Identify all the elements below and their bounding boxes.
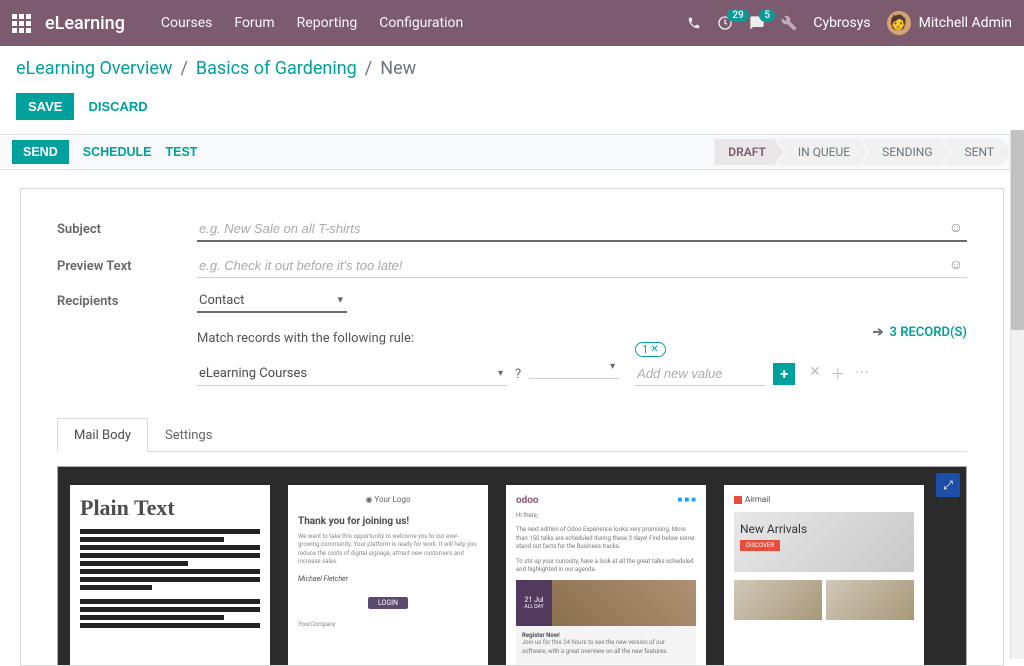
status-bar: SEND SCHEDULE TEST DRAFT IN QUEUE SENDIN… (0, 134, 1024, 170)
breadcrumb-current: New (380, 58, 416, 79)
company-switcher[interactable]: Cybrosys (813, 15, 870, 31)
workflow-buttons: SEND SCHEDULE TEST (12, 140, 197, 164)
breadcrumb: eLearning Overview / Basics of Gardening… (16, 58, 1008, 79)
tab-mail-body[interactable]: Mail Body (57, 418, 148, 452)
schedule-button[interactable]: SCHEDULE (83, 145, 152, 159)
rule-field-select[interactable]: eLearning Courses▾ (197, 362, 507, 386)
form-sheet: Subject ☺ Preview Text ☺ Recipients Cont… (20, 188, 1004, 666)
top-navbar: eLearning Courses Forum Reporting Config… (0, 0, 1024, 46)
rule-actions: ✕ ＋ ⋯ (809, 364, 869, 384)
activities-badge: 29 (727, 9, 748, 22)
template-thank-you[interactable]: ◉ Your Logo Thank you for joining us! We… (288, 485, 488, 665)
app-brand[interactable]: eLearning (45, 13, 125, 34)
rule-operator: ? (515, 367, 521, 382)
template-odoo-event[interactable]: odoo■ ■ ■ Hi there, The next edition of … (506, 485, 706, 665)
preview-row: Preview Text ☺ (57, 254, 967, 278)
navbar-right: 29 5 Cybrosys 🧑 Mitchell Admin (687, 11, 1012, 35)
stage-bar: DRAFT IN QUEUE SENDING SENT (714, 139, 1012, 165)
tab-settings[interactable]: Settings (148, 418, 229, 452)
user-menu[interactable]: 🧑 Mitchell Admin (887, 11, 1012, 35)
rule-value-input[interactable] (635, 362, 765, 386)
stage-sent[interactable]: SENT (943, 139, 1013, 165)
form-buttons: SAVE DISCARD (0, 87, 1024, 134)
breadcrumb-sep: / (180, 58, 187, 79)
stage-in-queue[interactable]: IN QUEUE (776, 139, 868, 165)
rule-add-icon[interactable]: ＋ (831, 364, 845, 384)
emoji-icon[interactable]: ☺ (949, 219, 963, 236)
send-button[interactable]: SEND (12, 140, 69, 164)
debug-icon[interactable] (781, 15, 797, 31)
preview-input[interactable] (197, 254, 967, 278)
user-name: Mitchell Admin (919, 15, 1012, 31)
recipients-select[interactable]: Contact (197, 290, 347, 313)
recipients-row: Recipients Contact (57, 290, 967, 313)
rule-operator-select[interactable]: ▾ (529, 370, 619, 379)
arrow-right-icon: ➔ (873, 325, 884, 340)
tag-remove-icon[interactable]: ✕ (650, 344, 658, 355)
form-tabs: Mail Body Settings (57, 418, 967, 452)
test-button[interactable]: TEST (166, 145, 198, 159)
messages-icon[interactable]: 5 (749, 15, 765, 31)
value-tag[interactable]: 1 ✕ (635, 342, 666, 357)
activities-icon[interactable]: 29 (717, 15, 733, 31)
breadcrumb-sep: / (365, 58, 372, 79)
subject-row: Subject ☺ (57, 217, 967, 242)
records-link[interactable]: ➔ 3 RECORD(S) (873, 325, 967, 340)
recipients-label: Recipients (57, 294, 197, 309)
user-avatar-icon: 🧑 (887, 11, 911, 35)
nav-links: Courses Forum Reporting Configuration (161, 15, 463, 31)
company-name: Cybrosys (813, 15, 870, 31)
nav-configuration[interactable]: Configuration (379, 15, 463, 31)
save-button[interactable]: SAVE (16, 93, 74, 120)
apps-menu-icon[interactable] (12, 14, 31, 33)
page-scrollbar[interactable] (1010, 130, 1024, 659)
breadcrumb-l1[interactable]: eLearning Overview (16, 58, 172, 79)
stage-draft[interactable]: DRAFT (714, 139, 784, 165)
stage-sending[interactable]: SENDING (860, 139, 950, 165)
breadcrumb-bar: eLearning Overview / Basics of Gardening… (0, 46, 1024, 87)
nav-forum[interactable]: Forum (234, 15, 274, 31)
discard-button[interactable]: DISCARD (88, 99, 147, 114)
emoji-icon[interactable]: ☺ (949, 256, 963, 273)
template-plain-text[interactable]: Plain Text (70, 485, 270, 665)
breadcrumb-l2[interactable]: Basics of Gardening (196, 58, 357, 79)
expand-icon[interactable]: ⤢ (936, 473, 960, 497)
template-new-arrivals[interactable]: Airmail New Arrivals DISCOVER (724, 485, 924, 665)
match-rule-label: Match records with the following rule: (197, 331, 967, 346)
filter-rule-row: eLearning Courses▾ ? ▾ 1 ✕ + ✕ ＋ ⋯ (197, 362, 967, 386)
subject-input[interactable] (197, 217, 967, 242)
mail-body-editor: ⤢ Plain Text ◉ Your Logo Thank you for j… (57, 466, 967, 666)
phone-icon[interactable] (687, 16, 701, 30)
rule-more-icon[interactable]: ⋯ (855, 364, 869, 384)
rule-delete-icon[interactable]: ✕ (809, 364, 821, 384)
add-value-button[interactable]: + (773, 363, 795, 385)
preview-label: Preview Text (57, 259, 197, 274)
messages-badge: 5 (759, 9, 775, 22)
subject-label: Subject (57, 222, 197, 237)
template-gallery[interactable]: Plain Text ◉ Your Logo Thank you for joi… (58, 467, 966, 666)
nav-reporting[interactable]: Reporting (297, 15, 358, 31)
nav-courses[interactable]: Courses (161, 15, 212, 31)
